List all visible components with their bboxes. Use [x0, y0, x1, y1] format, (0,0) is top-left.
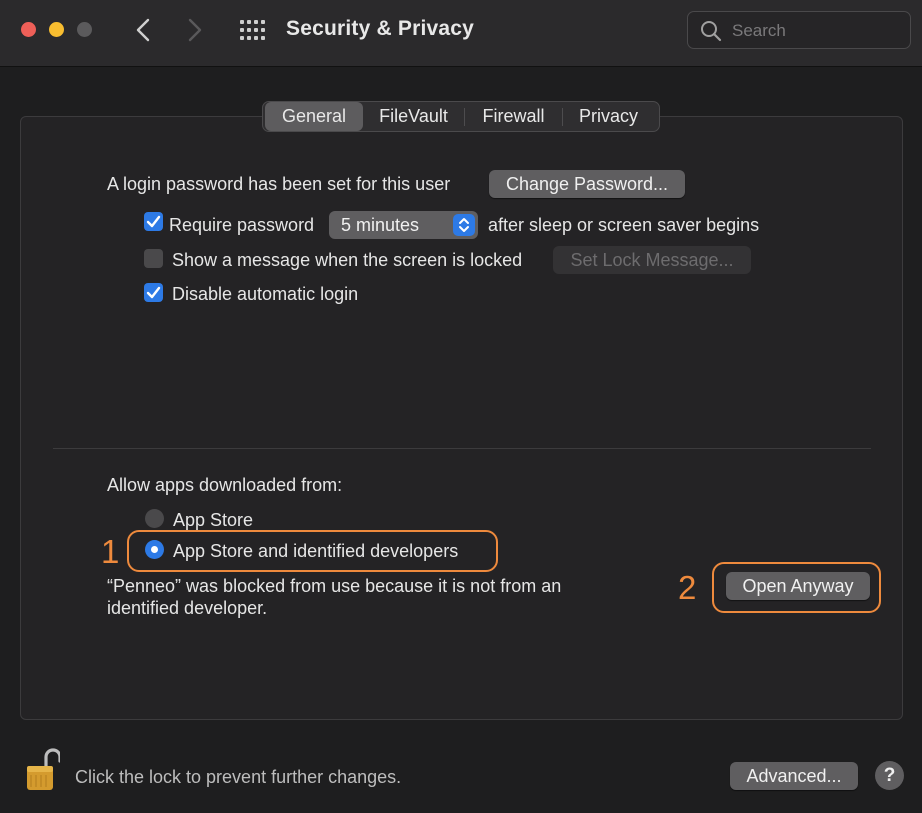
- disable-auto-login-label: Disable automatic login: [172, 284, 359, 304]
- search-input[interactable]: [730, 17, 904, 45]
- tab-general[interactable]: General: [265, 102, 363, 131]
- annotation-marker-2: 2: [678, 569, 697, 606]
- popup-arrows-icon: [453, 214, 475, 236]
- annotation-marker-1: 1: [101, 533, 120, 570]
- forward-icon[interactable]: [179, 15, 209, 45]
- window-title: Security & Privacy: [286, 17, 475, 40]
- search-field[interactable]: [687, 11, 911, 49]
- require-password-delay-popup[interactable]: 5 minutes: [329, 211, 478, 239]
- disable-auto-login-checkbox[interactable]: [144, 283, 163, 302]
- section-divider: [53, 448, 871, 449]
- radio-identified-developers-label: App Store and identified developers: [173, 541, 459, 561]
- radio-app-store[interactable]: [145, 509, 164, 528]
- general-panel: [20, 116, 903, 720]
- checkmark-icon: [146, 286, 161, 299]
- tab-firewall[interactable]: Firewall: [465, 102, 562, 131]
- show-message-label: Show a message when the screen is locked: [172, 250, 523, 270]
- open-anyway-button[interactable]: Open Anyway: [726, 572, 870, 600]
- unlocked-padlock-icon[interactable]: [24, 747, 60, 793]
- close-window-button[interactable]: [21, 22, 36, 37]
- require-password-suffix: after sleep or screen saver begins: [488, 215, 760, 235]
- help-button[interactable]: ?: [875, 761, 904, 790]
- blocked-message-line1: “Penneo” was blocked from use because it…: [107, 576, 562, 596]
- blocked-message-line2: identified developer.: [107, 598, 268, 618]
- require-password-delay-value: 5 minutes: [341, 215, 420, 235]
- zoom-window-button[interactable]: [77, 22, 92, 37]
- require-password-label: Require password: [169, 215, 315, 235]
- lock-hint-text: Click the lock to prevent further change…: [75, 767, 402, 787]
- login-password-text: A login password has been set for this u…: [107, 174, 451, 194]
- search-icon: [701, 21, 722, 42]
- show-all-grid-icon[interactable]: [239, 19, 265, 41]
- radio-app-store-label: App Store: [173, 510, 254, 530]
- tab-bar: General FileVault Firewall Privacy: [262, 101, 660, 132]
- set-lock-message-button[interactable]: Set Lock Message...: [553, 246, 751, 274]
- tab-filevault[interactable]: FileVault: [363, 102, 464, 131]
- require-password-checkbox[interactable]: [144, 212, 163, 231]
- radio-identified-developers[interactable]: [145, 540, 164, 559]
- title-bar: Security & Privacy: [0, 0, 922, 67]
- advanced-button[interactable]: Advanced...: [730, 762, 858, 790]
- change-password-button[interactable]: Change Password...: [489, 170, 685, 198]
- checkmark-icon: [146, 215, 161, 228]
- tab-privacy[interactable]: Privacy: [563, 102, 654, 131]
- back-icon[interactable]: [129, 15, 159, 45]
- minimize-window-button[interactable]: [49, 22, 64, 37]
- allow-apps-heading: Allow apps downloaded from:: [107, 475, 343, 495]
- show-message-checkbox[interactable]: [144, 249, 163, 268]
